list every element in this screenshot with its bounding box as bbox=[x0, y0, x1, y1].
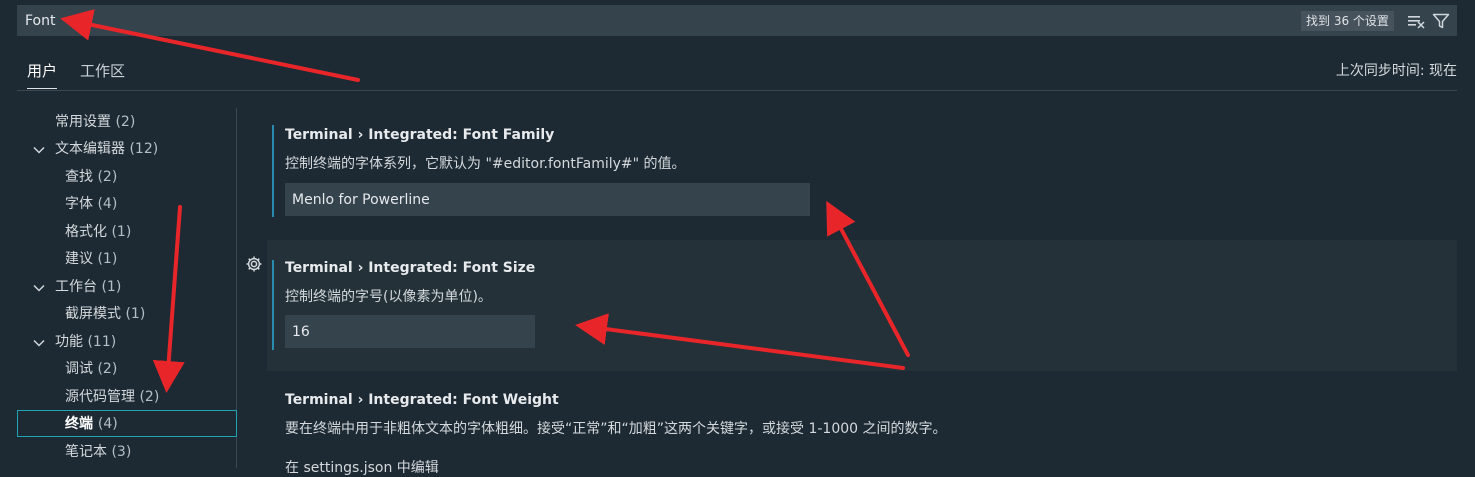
setting-font-weight: Terminal › Integrated: Font Weight 要在终端中… bbox=[267, 380, 1457, 476]
toc-item-screencast-mode[interactable]: 截屏模式 (1) bbox=[17, 301, 237, 328]
modified-indicator bbox=[272, 260, 274, 350]
filter-icon[interactable] bbox=[1432, 12, 1450, 30]
toc-item-notebook[interactable]: 笔记本 (3) bbox=[17, 439, 237, 466]
setting-title: Terminal › Integrated: Font Size bbox=[285, 260, 536, 276]
toc-item-debug[interactable]: 调试 (2) bbox=[17, 356, 237, 383]
setting-font-size: Terminal › Integrated: Font Size 控制终端的字号… bbox=[267, 240, 1457, 371]
toc-item-formatting[interactable]: 格式化 (1) bbox=[17, 219, 237, 246]
sync-status: 上次同步时间: 现在 bbox=[1335, 63, 1457, 79]
result-count-badge: 找到 36 个设置 bbox=[1301, 11, 1394, 31]
settings-scope-tabs: 用户 工作区 上次同步时间: 现在 bbox=[17, 54, 1457, 91]
settings-toc: 常用设置 (2) 文本编辑器 (12) 查找 (2) 字体 (4) 格式化 (1… bbox=[17, 108, 237, 468]
setting-description: 控制终端的字号(以像素为单位)。 bbox=[285, 289, 492, 305]
toc-item-commonly-used[interactable]: 常用设置 (2) bbox=[17, 109, 237, 136]
setting-description: 控制终端的字体系列，它默认为 "#editor.fontFamily#" 的值。 bbox=[285, 156, 686, 172]
gear-icon[interactable] bbox=[245, 255, 263, 273]
toc-item-suggestions[interactable]: 建议 (1) bbox=[17, 246, 237, 273]
font-size-input[interactable] bbox=[285, 315, 535, 348]
toc-item-find[interactable]: 查找 (2) bbox=[17, 164, 237, 191]
toc-item-source-control[interactable]: 源代码管理 (2) bbox=[17, 384, 237, 411]
toc-item-workbench[interactable]: 工作台 (1) bbox=[17, 274, 237, 301]
toc-item-font[interactable]: 字体 (4) bbox=[17, 191, 237, 218]
setting-description: 要在终端中用于非粗体文本的字体粗细。接受“正常”和“加粗”这两个关键字，或接受 … bbox=[285, 421, 947, 437]
toc-item-terminal[interactable]: 终端 (4) bbox=[17, 410, 237, 437]
chevron-down-icon bbox=[33, 284, 45, 292]
toc-item-text-editor[interactable]: 文本编辑器 (12) bbox=[17, 136, 237, 163]
chevron-down-icon bbox=[33, 339, 45, 347]
modified-indicator bbox=[272, 125, 274, 217]
search-bar: 找到 36 个设置 bbox=[17, 5, 1457, 36]
search-input[interactable] bbox=[17, 5, 1287, 36]
edit-in-settings-json-link[interactable]: 在 settings.json 中编辑 bbox=[285, 457, 439, 477]
tab-workspace[interactable]: 工作区 bbox=[80, 54, 125, 88]
toc-item-features[interactable]: 功能 (11) bbox=[17, 329, 237, 356]
chevron-down-icon bbox=[33, 146, 45, 154]
setting-title: Terminal › Integrated: Font Weight bbox=[285, 392, 559, 408]
font-family-input[interactable] bbox=[285, 183, 810, 216]
setting-font-family: Terminal › Integrated: Font Family 控制终端的… bbox=[267, 120, 1457, 230]
tab-user[interactable]: 用户 bbox=[27, 54, 58, 89]
clear-filter-icon[interactable] bbox=[1407, 12, 1425, 30]
setting-title: Terminal › Integrated: Font Family bbox=[285, 127, 555, 143]
